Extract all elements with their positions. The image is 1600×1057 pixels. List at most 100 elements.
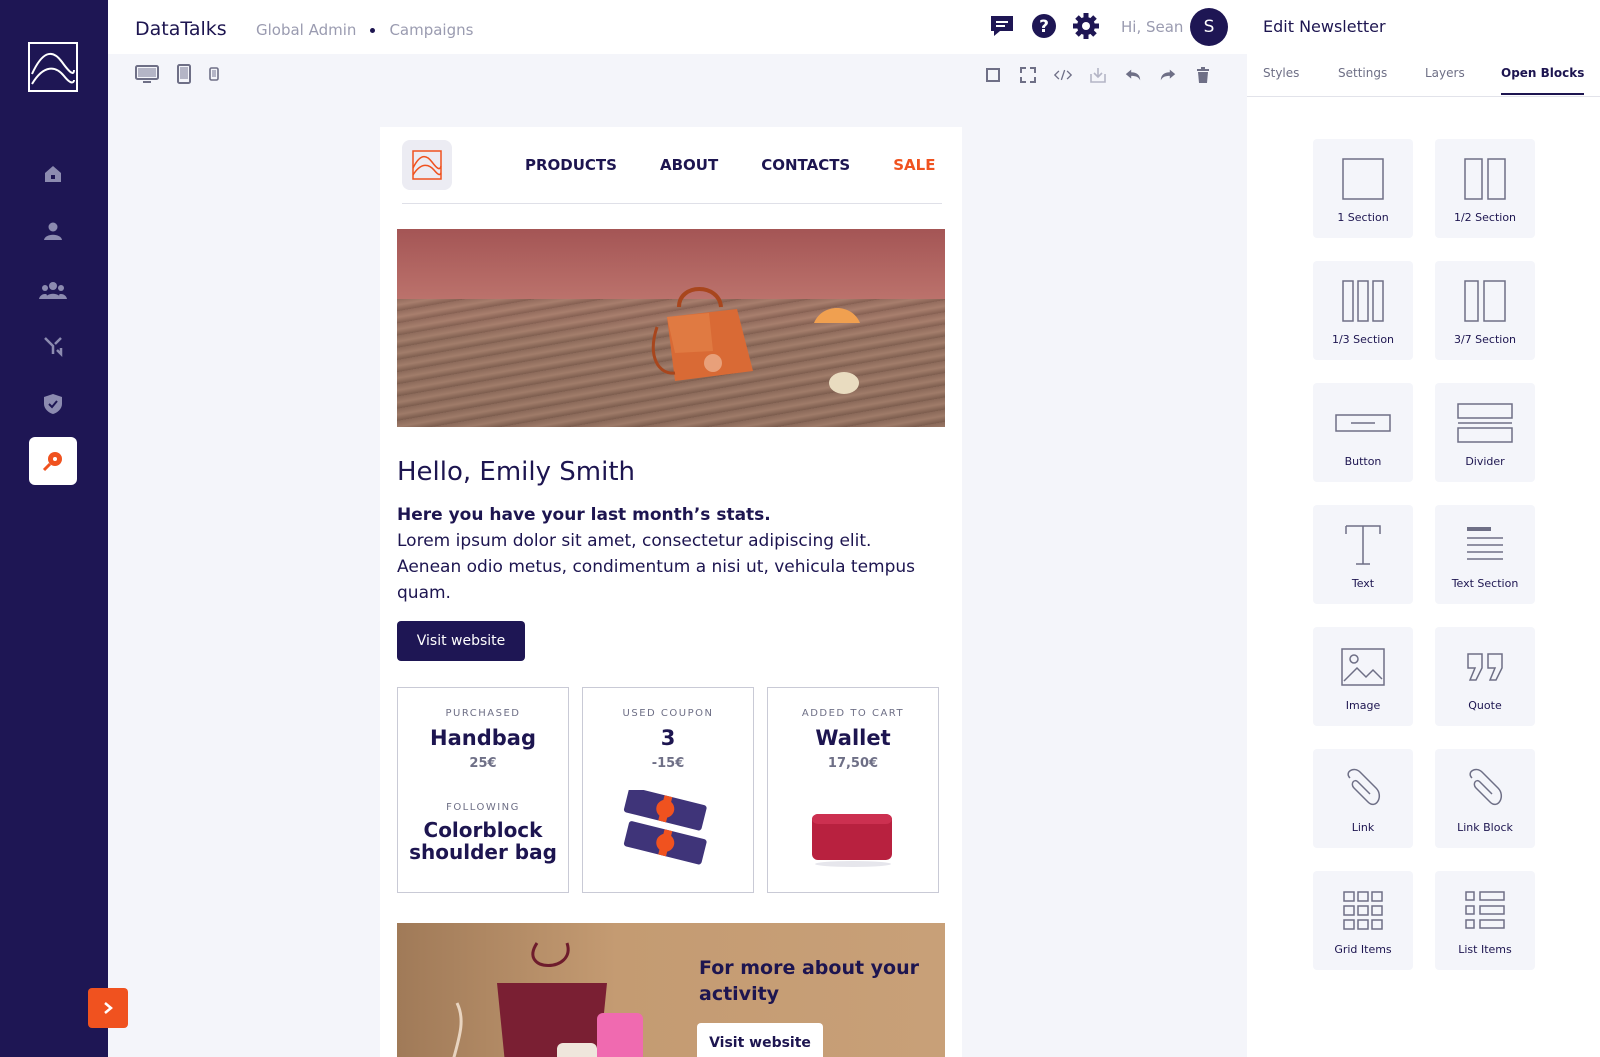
- email-lead: Here you have your last month’s stats.: [397, 505, 771, 525]
- block-label: 1 Section: [1337, 211, 1389, 224]
- stat-sub: 25€: [469, 756, 497, 771]
- coupon-tickets-image: [623, 790, 707, 865]
- block-label: Divider: [1465, 455, 1505, 468]
- block-label: Text: [1351, 577, 1375, 590]
- user-icon[interactable]: [29, 207, 77, 255]
- list-items-icon: [1465, 891, 1505, 929]
- handbag-image: [651, 287, 753, 381]
- stat-value-following: Colorblock shoulder bag: [409, 818, 557, 864]
- stat-card-cart[interactable]: ADDED TO CART Wallet 17,50€: [767, 687, 939, 893]
- block-1-section[interactable]: 1 Section: [1313, 139, 1413, 238]
- svg-text:?: ?: [1039, 17, 1049, 37]
- stat-sub: 17,50€: [827, 756, 879, 771]
- tab-layers[interactable]: Layers: [1425, 66, 1465, 80]
- hero-image[interactable]: [397, 229, 945, 427]
- nav-products[interactable]: PRODUCTS: [525, 156, 617, 174]
- stat-label: PURCHASED: [445, 708, 521, 719]
- stat-card-coupon[interactable]: USED COUPON 3 -15€: [582, 687, 754, 893]
- expand-sidebar-button[interactable]: [88, 988, 128, 1028]
- block-label: 3/7 Section: [1453, 333, 1517, 346]
- promo-banner[interactable]: For more about your activity Visit websi…: [397, 923, 945, 1057]
- import-icon[interactable]: [1089, 66, 1107, 84]
- trash-icon[interactable]: [1194, 66, 1212, 84]
- block-divider[interactable]: Divider: [1435, 383, 1535, 482]
- block-text[interactable]: Text: [1313, 505, 1413, 604]
- nav-sale[interactable]: SALE: [893, 156, 935, 174]
- block-image[interactable]: Image: [1313, 627, 1413, 726]
- block-label: Link Block: [1457, 821, 1513, 834]
- promo-visit-button[interactable]: Visit website: [697, 1023, 823, 1057]
- home-icon[interactable]: [29, 150, 77, 198]
- block-label: Grid Items: [1334, 943, 1392, 956]
- block-list-items[interactable]: List Items: [1435, 871, 1535, 970]
- block-label: Quote: [1468, 699, 1502, 712]
- stat-label-following: FOLLOWING: [446, 802, 520, 813]
- block-quote[interactable]: Quote: [1435, 627, 1535, 726]
- block-link-block[interactable]: Link Block: [1435, 749, 1535, 848]
- text-section-icon: [1467, 527, 1503, 560]
- tab-settings[interactable]: Settings: [1338, 66, 1387, 80]
- header-divider: [402, 203, 942, 204]
- chat-icon[interactable]: [988, 12, 1016, 40]
- link-block-icon: [1347, 768, 1380, 806]
- block-label: 1/2 Section: [1453, 211, 1517, 224]
- tab-open-blocks[interactable]: Open Blocks: [1501, 66, 1585, 95]
- redo-icon[interactable]: [1159, 66, 1177, 84]
- block-link[interactable]: Link: [1313, 749, 1413, 848]
- select-icon[interactable]: [984, 66, 1002, 84]
- merge-icon[interactable]: [29, 322, 77, 370]
- nav-contacts[interactable]: CONTACTS: [761, 156, 850, 174]
- fullscreen-icon[interactable]: [1019, 66, 1037, 84]
- email-logo[interactable]: [402, 140, 452, 190]
- grid-items-icon: [1343, 891, 1383, 930]
- tab-styles[interactable]: Styles: [1263, 66, 1299, 80]
- tablet-icon[interactable]: [177, 64, 191, 84]
- block-label: Link: [1351, 821, 1375, 834]
- block-half-section[interactable]: 1/2 Section: [1435, 139, 1535, 238]
- help-icon[interactable]: ?: [1030, 12, 1058, 40]
- chevron-right-icon: [104, 1002, 113, 1014]
- promo-title: For more about your activity: [699, 957, 920, 1005]
- breadcrumb: Global Admin Campaigns: [256, 21, 473, 39]
- breadcrumb-campaigns[interactable]: Campaigns: [389, 21, 473, 39]
- wallet-image: [812, 814, 892, 867]
- panel-title: Edit Newsletter: [1263, 17, 1386, 36]
- email-greeting: Hello, Emily Smith: [397, 457, 636, 487]
- block-grid-items[interactable]: Grid Items: [1313, 871, 1413, 970]
- email-body-text: Lorem ipsum dolor sit amet, consectetur …: [397, 531, 916, 603]
- block-third-section[interactable]: 1/3 Section: [1313, 261, 1413, 360]
- block-button[interactable]: Button: [1313, 383, 1413, 482]
- stat-card-purchased[interactable]: PURCHASED Handbag 25€ FOLLOWING Colorblo…: [397, 687, 569, 893]
- link-block-block-icon: [1469, 768, 1502, 806]
- visit-website-button[interactable]: Visit website: [397, 621, 525, 661]
- breadcrumb-global-admin[interactable]: Global Admin: [256, 21, 356, 39]
- code-icon[interactable]: [1054, 66, 1072, 84]
- stat-label: ADDED TO CART: [801, 708, 905, 719]
- text-block-icon: [1345, 525, 1381, 565]
- breadcrumb-separator: [370, 27, 376, 33]
- undo-icon[interactable]: [1124, 66, 1142, 84]
- third-section-icon: [1342, 280, 1384, 322]
- stat-sub: -15€: [651, 756, 685, 771]
- gear-icon[interactable]: [1072, 12, 1100, 40]
- avatar[interactable]: S: [1190, 8, 1228, 46]
- shield-icon[interactable]: [29, 380, 77, 428]
- editor-toolbar: [108, 54, 1247, 98]
- mobile-icon[interactable]: [209, 67, 219, 81]
- block-text-section[interactable]: Text Section: [1435, 505, 1535, 604]
- email-preview[interactable]: PRODUCTS ABOUT CONTACTS SALE Hello, Emil…: [380, 127, 962, 1057]
- stat-label: USED COUPON: [622, 708, 714, 719]
- stat-value: Wallet: [815, 726, 891, 750]
- edit-newsletter-panel: Edit Newsletter Styles Settings Layers O…: [1247, 0, 1600, 1057]
- left-rail: [0, 0, 128, 1057]
- nav-about[interactable]: ABOUT: [660, 156, 718, 174]
- campaign-icon[interactable]: [29, 437, 77, 485]
- image-block-icon: [1341, 648, 1385, 686]
- melon-slice-image: [814, 308, 860, 323]
- desktop-icon[interactable]: [135, 64, 159, 84]
- block-three-seven-section[interactable]: 3/7 Section: [1435, 261, 1535, 360]
- quote-block-icon: [1467, 653, 1503, 681]
- app-logo[interactable]: [28, 42, 78, 92]
- block-label: List Items: [1458, 943, 1512, 956]
- users-icon[interactable]: [29, 266, 77, 314]
